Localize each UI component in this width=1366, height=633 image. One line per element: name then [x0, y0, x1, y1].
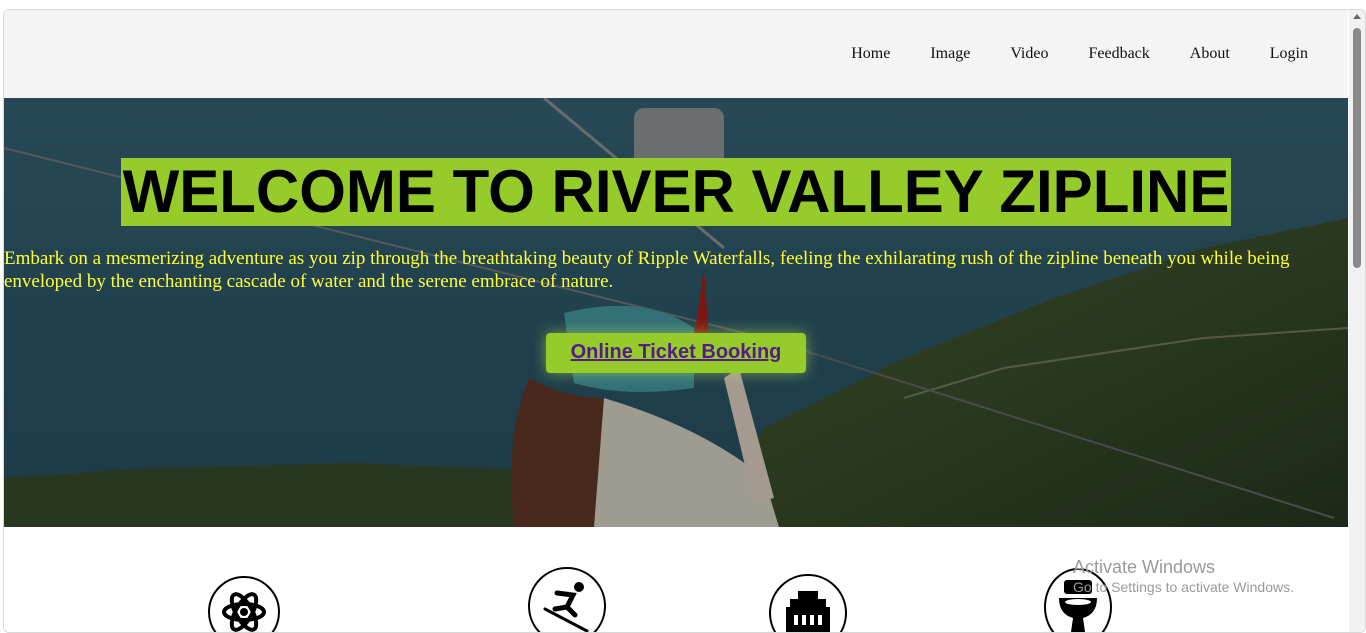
- hero-title-wrap: WELCOME TO RIVER VALLEY ZIPLINE: [4, 158, 1348, 226]
- hero-section: WELCOME TO RIVER VALLEY ZIPLINE Embark o…: [4, 98, 1348, 527]
- nav-link-image[interactable]: Image: [930, 45, 970, 63]
- nav-link-video[interactable]: Video: [1010, 45, 1048, 63]
- nav-links: Home Image Video Feedback About Login: [811, 45, 1308, 63]
- online-ticket-booking-link[interactable]: Online Ticket Booking: [571, 341, 782, 363]
- cta-wrap: Online Ticket Booking: [4, 333, 1348, 373]
- nav-link-about[interactable]: About: [1190, 45, 1230, 63]
- building-icon: [769, 574, 847, 632]
- scroll-up-arrow-icon[interactable]: [1353, 14, 1361, 19]
- nav-link-home[interactable]: Home: [851, 45, 890, 63]
- watermark-subtitle: Go to Settings to activate Windows.: [1073, 579, 1294, 595]
- atom-icon: [208, 576, 280, 632]
- activate-windows-watermark: Activate Windows Go to Settings to activ…: [1073, 556, 1294, 596]
- vertical-scrollbar[interactable]: [1349, 10, 1365, 632]
- online-ticket-booking-button[interactable]: Online Ticket Booking: [545, 333, 807, 373]
- navbar: Home Image Video Feedback About Login: [4, 10, 1348, 98]
- skier-icon: [528, 567, 606, 632]
- watermark-title: Activate Windows: [1073, 557, 1216, 577]
- hero-title: WELCOME TO RIVER VALLEY ZIPLINE: [120, 158, 1232, 226]
- scrollbar-thumb[interactable]: [1353, 28, 1361, 268]
- nav-link-login[interactable]: Login: [1270, 45, 1308, 63]
- nav-link-feedback[interactable]: Feedback: [1088, 45, 1149, 63]
- hero-description: Embark on a mesmerizing adventure as you…: [4, 248, 1290, 292]
- browser-viewport: Home Image Video Feedback About Login WE…: [3, 9, 1366, 633]
